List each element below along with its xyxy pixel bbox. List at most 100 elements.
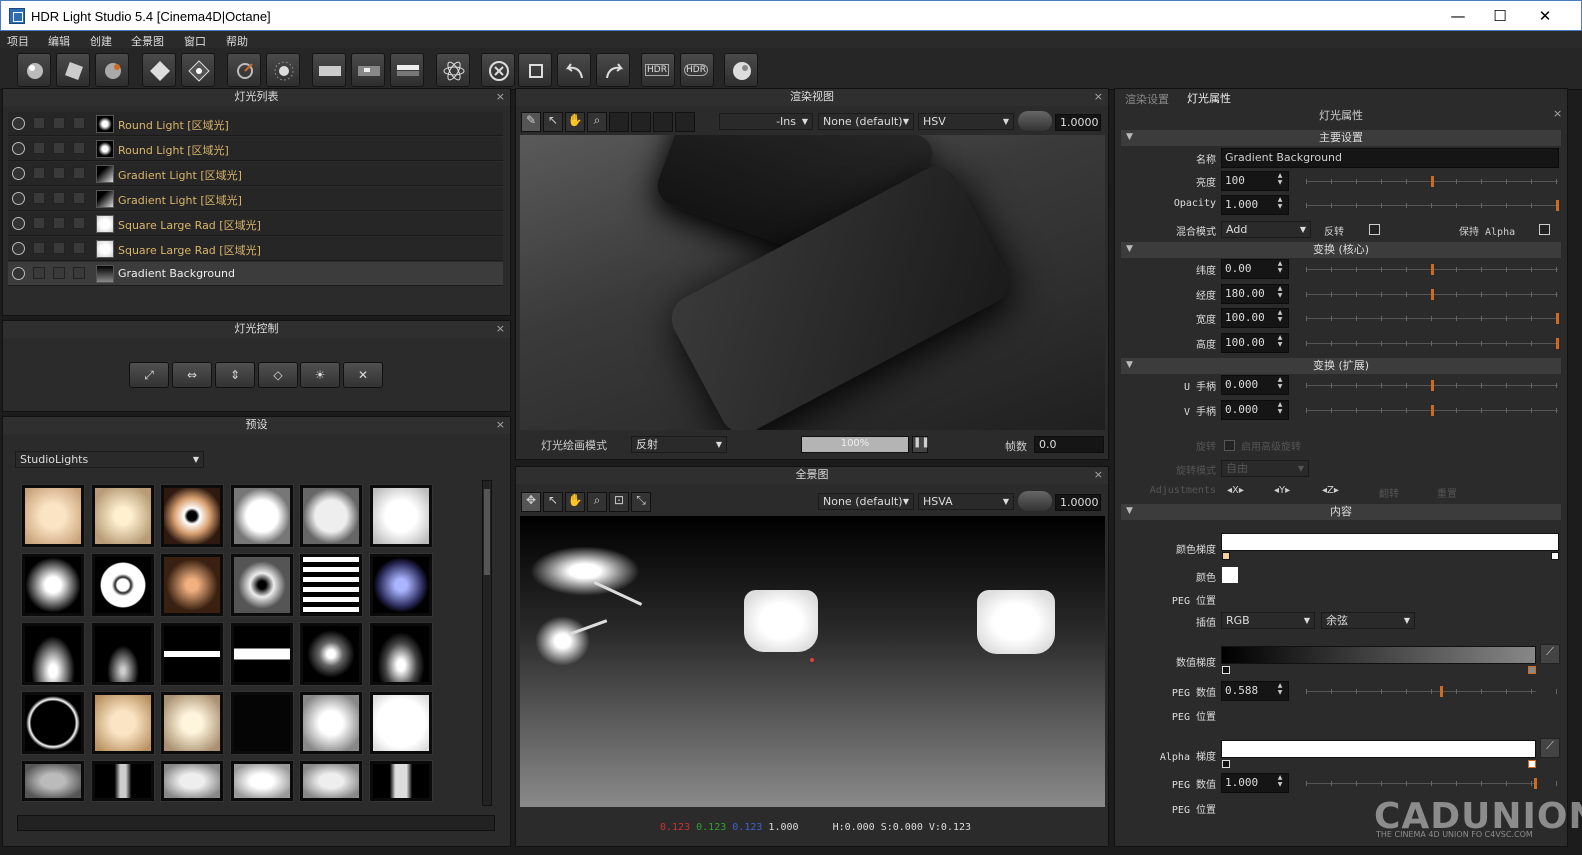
lock-icon[interactable] (53, 217, 65, 229)
preset-search-bar[interactable] (17, 815, 495, 831)
preset-thumbnail[interactable] (90, 691, 155, 755)
scale-h-control-button[interactable]: ⇔ (172, 362, 212, 388)
preset-thumbnail[interactable] (229, 622, 294, 686)
spinner-icon[interactable]: ▲ ▼ (1275, 401, 1285, 417)
square-light-2[interactable] (977, 590, 1055, 654)
group-icon[interactable] (73, 167, 85, 179)
light-arrange-button[interactable] (181, 53, 215, 87)
crop-button[interactable] (518, 53, 552, 87)
add-light-2-button[interactable] (56, 53, 90, 87)
render-exposure-field[interactable]: 1.0000 (1055, 114, 1101, 131)
scrollbar-thumb[interactable] (484, 489, 490, 575)
alpha-gradient-bar[interactable] (1221, 740, 1536, 758)
latitude-slider[interactable] (1306, 264, 1558, 275)
flip-button[interactable]: 翻转 (1379, 485, 1399, 500)
brightness-control-button[interactable]: ☀ (300, 362, 340, 388)
alpha-peg-right[interactable] (1528, 760, 1536, 768)
atom-button[interactable] (436, 53, 470, 87)
spinner-icon[interactable]: ▲ ▼ (1275, 309, 1285, 325)
preset-thumbnail[interactable] (299, 622, 363, 686)
solo-icon[interactable] (33, 117, 45, 129)
curve-icon[interactable]: ⟋ (1540, 644, 1560, 664)
preset-thumbnail[interactable] (229, 553, 294, 617)
presets-close[interactable]: × (496, 418, 505, 431)
opacity-slider[interactable] (1306, 200, 1559, 211)
slider-handle[interactable] (1431, 264, 1434, 275)
light-control-close[interactable]: × (496, 322, 505, 335)
lock-icon[interactable] (53, 192, 65, 204)
peg-value2-slider[interactable] (1306, 778, 1557, 789)
group-icon[interactable] (73, 117, 85, 129)
axis-y-button[interactable]: ◂Y▸ (1274, 485, 1290, 496)
exposure-icon[interactable] (1018, 491, 1052, 511)
keep-alpha-checkbox[interactable] (1539, 224, 1550, 235)
color-peg-left[interactable] (1222, 552, 1230, 560)
slider-handle[interactable] (1431, 176, 1434, 187)
visibility-icon[interactable] (12, 142, 25, 155)
preset-thumbnail[interactable] (160, 484, 224, 548)
menu-window[interactable]: 窗口 (184, 33, 206, 49)
group-icon[interactable] (73, 142, 85, 154)
square-light-1[interactable] (744, 590, 818, 652)
tool-slot-3[interactable] (653, 112, 673, 132)
color-swatch[interactable] (1222, 567, 1238, 583)
light-sun-button[interactable] (266, 53, 300, 87)
slider-handle[interactable] (1556, 200, 1559, 211)
preset-thumbnail[interactable] (21, 691, 85, 755)
preset-thumbnail[interactable] (21, 484, 85, 548)
preset-thumbnail[interactable] (299, 760, 363, 802)
preset-thumbnail[interactable] (299, 691, 363, 755)
sphere-button[interactable] (724, 53, 758, 87)
zoom-icon[interactable]: ⌕ (587, 492, 607, 512)
spinner-icon[interactable]: ▲ ▼ (1275, 172, 1285, 188)
curve-icon[interactable]: ⟋ (1540, 738, 1560, 758)
props-close[interactable]: × (1553, 107, 1562, 120)
lock-icon[interactable] (53, 117, 65, 129)
visibility-icon[interactable] (12, 192, 25, 205)
blend-select[interactable]: Add ▼ (1221, 221, 1311, 238)
tab-render-settings[interactable]: 渲染设置 (1125, 91, 1169, 107)
preset-category-select[interactable]: StudioLights ▼ (15, 451, 204, 468)
zoom-region-icon[interactable]: ⊡ (609, 492, 629, 512)
u-handle-slider[interactable] (1306, 380, 1558, 391)
preset-thumbnail[interactable] (90, 622, 155, 686)
interp-select[interactable]: RGB ▼ (1221, 612, 1315, 629)
spinner-icon[interactable]: ▲ ▼ (1275, 285, 1285, 301)
tool-slot-1[interactable] (609, 112, 629, 132)
spread-control-button[interactable]: ✕ (343, 362, 383, 388)
slider-handle[interactable] (1556, 338, 1559, 349)
v-handle-slider[interactable] (1306, 405, 1558, 416)
solo-icon[interactable] (33, 267, 45, 279)
light-blob-1[interactable] (530, 546, 640, 596)
preset-thumbnail[interactable] (160, 553, 224, 617)
spinner-icon[interactable]: ▲ ▼ (1275, 376, 1285, 392)
reset-button[interactable]: 重置 (1437, 485, 1457, 500)
longitude-slider[interactable] (1306, 289, 1558, 300)
move-icon[interactable]: ✥ (521, 492, 541, 512)
exposure-icon[interactable] (1018, 111, 1052, 131)
group-icon[interactable] (73, 267, 85, 279)
solo-icon[interactable] (33, 217, 45, 229)
preset-thumbnail[interactable] (299, 484, 363, 548)
menu-edit[interactable]: 编辑 (48, 33, 70, 49)
name-field[interactable]: Gradient Background (1221, 148, 1559, 168)
preset-thumbnail[interactable] (368, 691, 433, 755)
preset-thumbnail[interactable] (90, 760, 155, 802)
ins-select[interactable]: -Ins ▼ (719, 113, 813, 130)
light-list-row[interactable]: Round Light [区域光] (8, 112, 503, 136)
color-gradient-bar[interactable] (1221, 533, 1559, 551)
lock-icon[interactable] (53, 242, 65, 254)
preset-thumbnail[interactable] (368, 760, 433, 802)
light-list-close[interactable]: × (496, 90, 505, 103)
solo-icon[interactable] (33, 192, 45, 204)
slider-handle[interactable] (1431, 380, 1434, 391)
add-light-3-button[interactable] (95, 53, 129, 87)
solo-icon[interactable] (33, 142, 45, 154)
menu-create[interactable]: 创建 (90, 33, 112, 49)
preset-thumbnail[interactable] (229, 760, 294, 802)
slider-handle[interactable] (1534, 778, 1537, 789)
value-peg-left[interactable] (1222, 666, 1230, 674)
preset-thumbnail[interactable] (368, 484, 433, 548)
preset-thumbnail[interactable] (229, 484, 294, 548)
brightness-slider[interactable] (1306, 176, 1558, 187)
